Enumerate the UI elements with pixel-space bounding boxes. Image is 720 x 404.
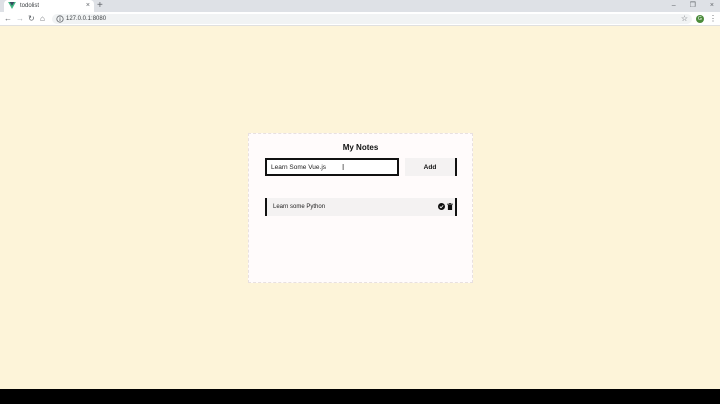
url-text: 127.0.0.1:8080 xyxy=(66,16,107,22)
note-input[interactable] xyxy=(265,158,399,176)
info-icon[interactable] xyxy=(56,15,64,23)
check-circle-icon[interactable] xyxy=(438,203,445,210)
maximize-button[interactable]: ❐ xyxy=(690,1,696,10)
back-button[interactable]: ← xyxy=(4,13,12,25)
bookmark-star-icon[interactable]: ☆ xyxy=(681,14,688,24)
close-window-button[interactable]: × xyxy=(710,1,714,10)
home-button[interactable]: ⌂ xyxy=(40,13,45,25)
window-controls: – ❐ × xyxy=(672,1,714,10)
profile-avatar[interactable]: G xyxy=(696,15,704,23)
bottom-bar xyxy=(0,389,720,404)
notes-card: My Notes Add I Learn some Python xyxy=(248,133,473,283)
text-cursor-icon: I xyxy=(342,163,345,172)
note-text: Learn some Python xyxy=(273,204,326,210)
tab-strip: todolist × + – ❐ × xyxy=(0,0,720,12)
tab-title: todolist xyxy=(20,3,40,9)
list-item: Learn some Python xyxy=(265,198,457,216)
browser-toolbar: ← → ↻ ⌂ 127.0.0.1:8080 ☆ xyxy=(0,12,720,26)
address-bar[interactable]: 127.0.0.1:8080 ☆ xyxy=(52,14,692,24)
reload-button[interactable]: ↻ xyxy=(28,13,35,25)
browser-menu-icon[interactable]: ⋮ xyxy=(709,13,717,25)
new-tab-button[interactable]: + xyxy=(97,0,103,12)
forward-button[interactable]: → xyxy=(16,13,24,25)
add-button[interactable]: Add xyxy=(405,158,457,176)
minimize-button[interactable]: – xyxy=(672,1,676,10)
trash-icon[interactable] xyxy=(447,203,453,210)
vue-logo-icon xyxy=(8,2,16,9)
browser-tab[interactable]: todolist × xyxy=(4,0,94,12)
page-title: My Notes xyxy=(342,143,379,152)
tab-close-icon[interactable]: × xyxy=(86,1,90,10)
